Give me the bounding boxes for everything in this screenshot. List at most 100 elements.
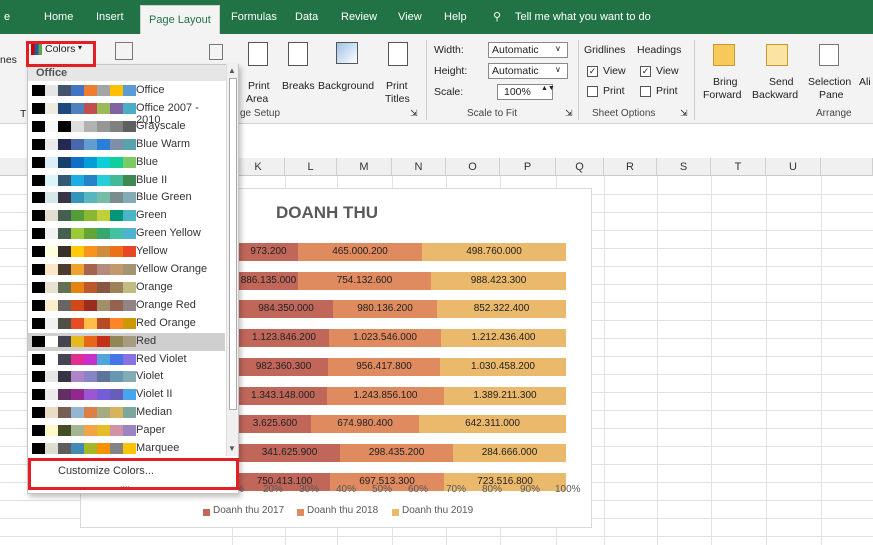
chart-bar-segment[interactable]: 465.000.200 bbox=[298, 243, 422, 261]
column-header[interactable]: T bbox=[711, 158, 766, 176]
chart-bar-segment[interactable]: 1.389.211.300 bbox=[444, 386, 566, 405]
column-header[interactable]: M bbox=[337, 158, 392, 176]
height-select[interactable]: Automatic ∨ bbox=[488, 63, 568, 79]
scale-launcher-icon[interactable]: ⇲ bbox=[565, 108, 573, 119]
chart-bar-segment[interactable]: 886.135.000 bbox=[239, 271, 298, 290]
chart-bar-segment[interactable]: 284.666.000 bbox=[453, 443, 566, 462]
gridlines-print-checkbox[interactable] bbox=[587, 86, 598, 97]
color-scheme-item[interactable]: Green bbox=[28, 207, 225, 225]
chart-bar-segment[interactable]: 852.322.400 bbox=[437, 300, 566, 319]
color-swatch bbox=[110, 120, 123, 132]
breaks-button[interactable]: Breaks bbox=[282, 40, 318, 104]
color-scheme-item[interactable]: Office bbox=[28, 82, 225, 100]
send-backward-button[interactable]: Send Backward bbox=[752, 40, 806, 104]
tab-file-partial[interactable]: e bbox=[4, 0, 10, 34]
tab-insert[interactable]: Insert bbox=[96, 0, 124, 34]
tab-review[interactable]: Review bbox=[341, 0, 377, 34]
color-scheme-item[interactable]: Blue Warm bbox=[28, 136, 225, 154]
chart-bar-segment[interactable]: 1.023.546.000 bbox=[329, 329, 441, 348]
dropdown-scrollbar[interactable]: ▲ ▼ bbox=[226, 64, 238, 456]
chart-bar-segment[interactable]: 1.343.148.000 bbox=[239, 386, 327, 405]
print-area-icon bbox=[248, 42, 268, 66]
color-scheme-item[interactable]: Red bbox=[28, 332, 225, 351]
color-scheme-label: Paper bbox=[136, 424, 166, 437]
color-scheme-item[interactable]: Orange Red bbox=[28, 297, 225, 315]
width-select[interactable]: Automatic ∨ bbox=[488, 42, 568, 58]
bring-forward-button[interactable]: Bring Forward bbox=[701, 40, 751, 104]
chart-bar-segment[interactable]: 1.123.846.200 bbox=[239, 329, 329, 348]
color-swatch bbox=[32, 299, 45, 311]
color-scheme-item[interactable]: Blue II bbox=[28, 172, 225, 190]
align-button-partial[interactable]: Ali bbox=[859, 76, 871, 88]
column-header[interactable]: R bbox=[604, 158, 657, 176]
color-scheme-label: Median bbox=[136, 406, 173, 419]
headings-print-checkbox[interactable] bbox=[640, 86, 651, 97]
chart-bar-segment[interactable]: 980.136.200 bbox=[333, 300, 437, 319]
column-header[interactable]: O bbox=[446, 158, 500, 176]
color-scheme-item[interactable]: Green Yellow bbox=[28, 225, 225, 243]
color-scheme-item[interactable]: Blue Green bbox=[28, 189, 225, 207]
chart-bar-segment[interactable]: 754.132.600 bbox=[298, 271, 431, 290]
background-button[interactable]: Background bbox=[318, 40, 378, 104]
tab-help[interactable]: Help bbox=[444, 0, 467, 34]
tab-formulas[interactable]: Formulas bbox=[231, 0, 277, 34]
tab-home[interactable]: Home bbox=[44, 0, 73, 34]
color-scheme-item[interactable]: Red Violet bbox=[28, 351, 225, 369]
column-header[interactable]: P bbox=[500, 158, 556, 176]
chart-bar-segment[interactable]: 3.625.600 bbox=[239, 415, 311, 434]
color-scheme-item[interactable]: Marquee bbox=[28, 440, 225, 458]
color-scheme-item[interactable]: Red Orange bbox=[28, 315, 225, 333]
column-header[interactable]: S bbox=[657, 158, 711, 176]
tab-view[interactable]: View bbox=[398, 0, 422, 34]
scroll-up-arrow[interactable]: ▲ bbox=[228, 66, 236, 75]
color-scheme-item[interactable]: Paper bbox=[28, 422, 225, 440]
chart-bar-segment[interactable]: 984.350.000 bbox=[239, 300, 333, 319]
chart-bar-segment[interactable]: 1.243.856.100 bbox=[327, 386, 444, 405]
column-header[interactable]: L bbox=[285, 158, 337, 176]
column-header[interactable]: N bbox=[392, 158, 446, 176]
color-scheme-item[interactable]: Grayscale bbox=[28, 118, 225, 136]
headings-view-checkbox[interactable]: ✓ bbox=[640, 66, 651, 77]
chart-bar-segment[interactable]: 973.200 bbox=[239, 243, 298, 261]
column-header[interactable]: Q bbox=[556, 158, 604, 176]
chart-bar-segment[interactable]: 674.980.400 bbox=[311, 415, 419, 434]
color-swatch bbox=[97, 371, 110, 383]
color-scheme-item[interactable]: Violet II bbox=[28, 386, 225, 404]
scroll-down-arrow[interactable]: ▼ bbox=[228, 444, 236, 453]
color-scheme-item[interactable]: Orange bbox=[28, 279, 225, 297]
sheet-options-launcher-icon[interactable]: ⇲ bbox=[680, 108, 688, 119]
print-area-button[interactable]: Print Area bbox=[241, 40, 281, 105]
color-scheme-item[interactable]: Office 2007 - 2010 bbox=[28, 100, 225, 126]
print-area-label-2: Area bbox=[246, 93, 269, 105]
scroll-thumb[interactable] bbox=[229, 78, 237, 410]
color-scheme-item[interactable]: Blue bbox=[28, 154, 225, 172]
background-icon bbox=[336, 42, 358, 64]
fonts-icon[interactable] bbox=[115, 42, 133, 60]
chart-bar-segment[interactable]: 498.760.000 bbox=[422, 243, 566, 261]
print-titles-button[interactable]: Print Titles bbox=[383, 40, 415, 105]
column-header[interactable]: U bbox=[766, 158, 821, 176]
chart-bar-segment[interactable]: 1.030.458.200 bbox=[440, 357, 566, 376]
effects-icon[interactable] bbox=[209, 44, 223, 60]
color-scheme-item[interactable]: Violet bbox=[28, 368, 225, 386]
chart-bar-segment[interactable]: 298.435.200 bbox=[340, 443, 453, 462]
chart-bar-segment[interactable]: 982.360.300 bbox=[239, 357, 328, 376]
color-scheme-item[interactable]: Yellow bbox=[28, 243, 225, 261]
chart-bar-segment[interactable]: 341.625.900 bbox=[239, 443, 340, 462]
tell-me-search[interactable]: Tell me what you want to do bbox=[515, 0, 651, 34]
selection-pane-button[interactable]: Selection Pane bbox=[807, 40, 853, 104]
tab-page-layout[interactable]: Page Layout bbox=[140, 5, 220, 35]
spinner-icon[interactable]: ▲▼ bbox=[541, 85, 555, 92]
scale-input[interactable]: 100% ▲▼ bbox=[497, 84, 555, 100]
column-header[interactable]: K bbox=[232, 158, 285, 176]
chart-bar-segment[interactable]: 988.423.300 bbox=[431, 271, 566, 290]
color-scheme-item[interactable]: Median bbox=[28, 404, 225, 422]
color-scheme-item[interactable]: Yellow Orange bbox=[28, 261, 225, 279]
chart-bar-segment[interactable]: 642.311.000 bbox=[419, 415, 566, 434]
gridlines-view-checkbox[interactable]: ✓ bbox=[587, 66, 598, 77]
chart-bar-segment[interactable]: 1.212.436.400 bbox=[441, 329, 566, 348]
page-setup-launcher-icon[interactable]: ⇲ bbox=[410, 108, 418, 119]
chart-bar-segment[interactable]: 956.417.800 bbox=[328, 357, 440, 376]
tab-data[interactable]: Data bbox=[295, 0, 318, 34]
lightbulb-icon[interactable]: ⚲ bbox=[493, 0, 501, 34]
